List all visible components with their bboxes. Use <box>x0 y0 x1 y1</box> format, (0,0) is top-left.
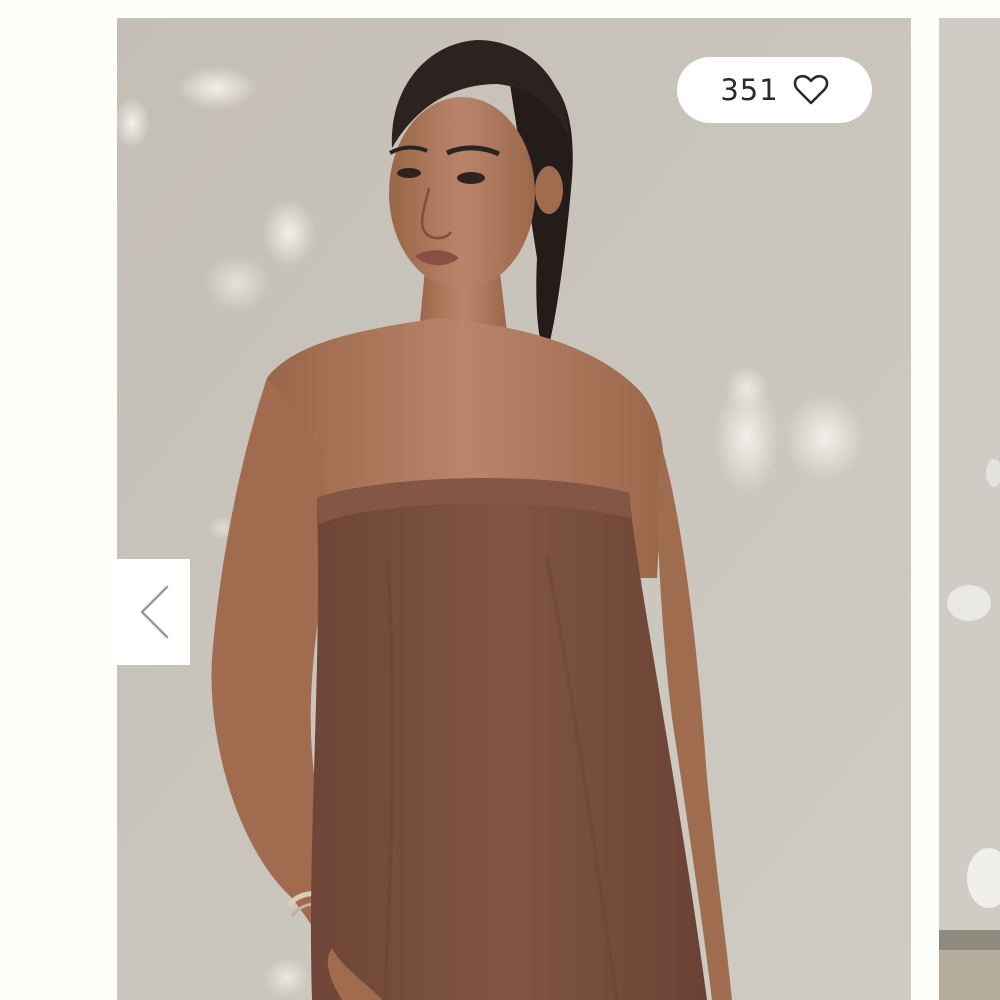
next-photo-preview <box>939 18 1000 1000</box>
favorite-count: 351 <box>720 73 779 107</box>
chevron-left-icon <box>140 585 168 639</box>
favorite-button[interactable]: 351 <box>677 57 872 123</box>
heart-outline-icon <box>793 74 828 105</box>
product-image-main[interactable] <box>117 18 911 1000</box>
product-image-next[interactable] <box>939 18 1000 1000</box>
product-gallery: 351 <box>0 0 1000 1000</box>
model-photo <box>117 18 911 1000</box>
previous-image-button[interactable] <box>117 559 190 665</box>
